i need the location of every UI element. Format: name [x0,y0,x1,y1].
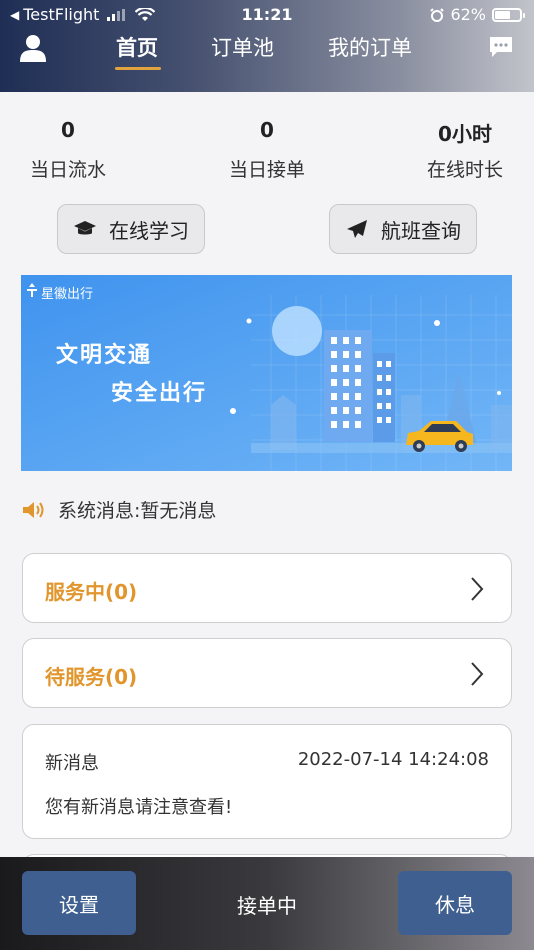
battery-icon [492,7,525,22]
banner-logo: 星徽出行 [41,287,94,302]
new-message-body: 您有新消息请注意查看! [45,797,233,818]
message-icon[interactable] [488,35,514,59]
alarm-icon [430,7,445,22]
banner-illustration [21,275,512,471]
tab-order-pool[interactable]: 订单池 [211,32,274,62]
system-message[interactable]: 系统消息:暂无消息 [22,496,216,523]
daily-orders-value: 0 [260,118,274,142]
top-nav: 首页 订单池 我的订单 [0,30,534,90]
rest-button[interactable]: 休息 [398,871,512,935]
tab-my-orders[interactable]: 我的订单 [328,32,412,62]
daily-revenue-label: 当日流水 [29,159,106,181]
chevron-right-icon [471,577,484,601]
pending-service-label: 待服务(0) [45,665,138,689]
new-message-card[interactable]: 新消息 2022-07-14 14:24:08 您有新消息请注意查看! [22,724,512,839]
airplane-icon [347,220,367,238]
bottom-bar: 设置 接单中 休息 [0,857,534,950]
graduation-cap-icon [74,221,96,235]
daily-orders-label: 当日接单 [228,159,305,181]
chevron-right-icon [471,662,484,686]
profile-icon[interactable] [20,34,46,62]
online-hours-value: 0小时 [438,122,492,146]
flight-query-button[interactable]: 航班查询 [329,204,477,254]
in-service-card[interactable]: 服务中(0) [22,553,512,623]
system-message-text: 系统消息:暂无消息 [58,500,217,522]
battery-percent: 62% [450,5,486,24]
new-message-title: 新消息 [45,753,99,774]
new-message-time: 2022-07-14 14:24:08 [297,749,489,770]
daily-revenue-value: 0 [61,118,75,142]
banner-headline-2: 安全出行 [111,381,208,406]
online-study-label: 在线学习 [109,218,189,243]
status-bar: ◀ TestFlight 11:21 62% [0,0,534,30]
speaker-icon [23,501,44,518]
online-hours-label: 在线时长 [426,159,503,181]
pending-service-card[interactable]: 待服务(0) [22,638,512,708]
online-study-button[interactable]: 在线学习 [57,204,205,254]
promo-banner[interactable]: 星徽出行 文明交通 安全出行 [21,275,512,471]
banner-headline-1: 文明交通 [56,343,153,368]
tab-home[interactable]: 首页 [116,32,158,62]
header: ◀ TestFlight 11:21 62% 首页 订单池 我的订单 [0,0,534,92]
in-service-label: 服务中(0) [45,580,138,604]
active-tab-indicator [115,67,161,70]
flight-query-label: 航班查询 [381,218,461,243]
